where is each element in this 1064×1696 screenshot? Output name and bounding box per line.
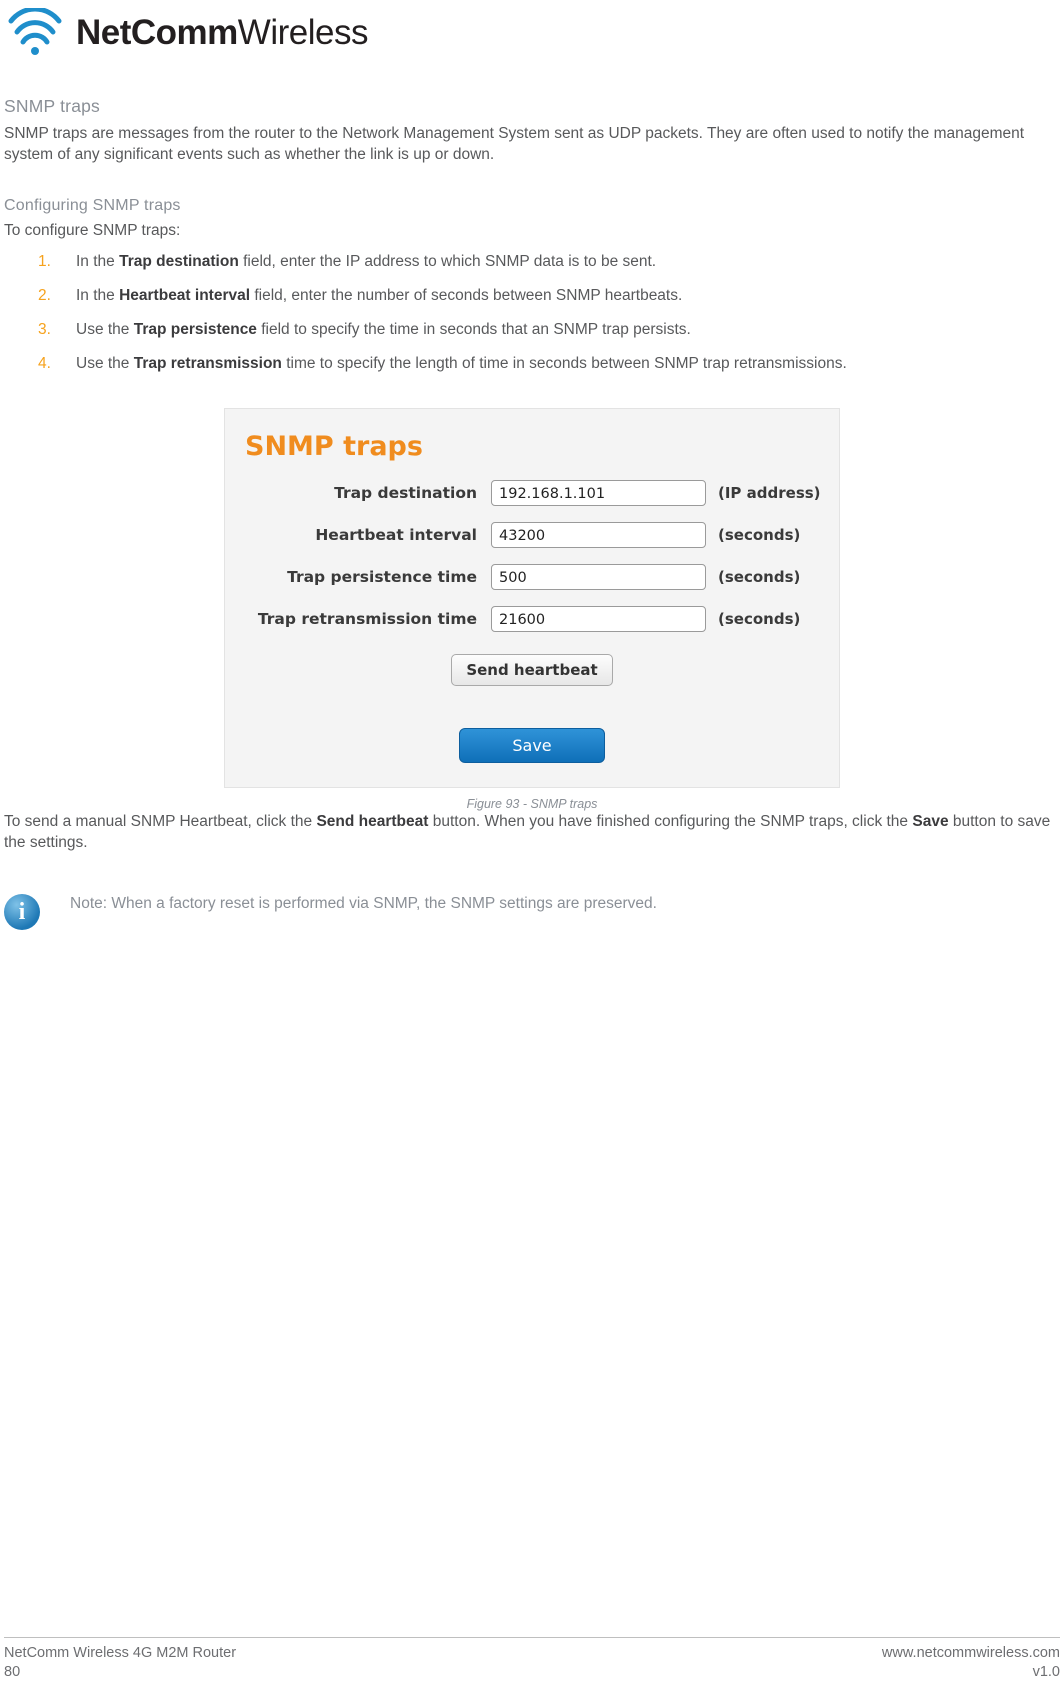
intro-paragraph: SNMP traps are messages from the router … [4,125,1025,163]
step-text-post: field, enter the number of seconds betwe… [250,287,683,304]
section-title: SNMP traps [4,96,101,116]
closing-bold-2: Save [912,813,949,830]
save-button[interactable]: Save [459,728,605,763]
send-heartbeat-row: Send heartbeat [225,654,839,686]
step-text-post: field, enter the IP address to which SNM… [238,253,657,270]
wifi-arc-icon [8,6,62,56]
lead-in-text: To configure SNMP traps: [4,222,181,239]
list-item: In the Heartbeat interval field, enter t… [4,285,1060,306]
list-item: In the Trap destination field, enter the… [4,251,1060,272]
trap-persistence-time-input[interactable]: 500 [491,564,706,590]
footer-website[interactable]: www.netcommwireless.com [882,1644,1060,1663]
step-text-bold: Trap destination [119,253,239,270]
trap-destination-input[interactable]: 192.168.1.101 [491,480,706,506]
brand-logo: NetCommWireless [8,6,1056,56]
trap-retransmission-time-input[interactable]: 21600 [491,606,706,632]
page-content: SNMP traps SNMP traps are messages from … [4,96,1060,930]
closing-bold-1: Send heartbeat [316,813,429,830]
closing-text-1: To send a manual SNMP Heartbeat, click t… [4,813,317,830]
trap-persistence-time-label: Trap persistence time [287,568,477,586]
trap-persistence-time-suffix: (seconds) [718,568,801,586]
footer-line-bottom: 80 v1.0 [4,1663,1060,1682]
trap-destination-label: Trap destination [334,484,477,502]
note-text: Note: When a factory reset is performed … [70,895,657,912]
send-heartbeat-button[interactable]: Send heartbeat [451,654,613,686]
step-text-pre: Use the [76,321,134,338]
step-text-bold: Heartbeat interval [119,287,251,304]
step-text-post: field to specify the time in seconds tha… [256,321,691,338]
list-item: Use the Trap retransmission time to spec… [4,353,1060,374]
page-header: NetCommWireless [8,6,1056,66]
step-text-pre: In the [76,287,120,304]
brand-name-light: Wireless [237,12,369,52]
footer-product-name: NetComm Wireless 4G M2M Router [4,1645,237,1661]
step-text-bold: Trap retransmission [133,355,282,372]
trap-retransmission-time-label: Trap retransmission time [257,610,477,628]
footer-line-top: NetComm Wireless 4G M2M Router www.netco… [4,1644,1060,1663]
panel-title: SNMP traps [245,431,423,462]
brand-name-bold: NetComm [76,12,238,52]
step-text-bold: Trap persistence [133,321,257,338]
form-row-trap-persistence-time: Trap persistence time 500 (seconds) [225,564,839,590]
form-row-heartbeat-interval: Heartbeat interval 43200 (seconds) [225,522,839,548]
footer-version: v1.0 [1032,1664,1060,1680]
list-item: Use the Trap persistence field to specif… [4,319,1060,340]
form-row-trap-destination: Trap destination 192.168.1.101 (IP addre… [225,480,839,506]
brand-wordmark: NetCommWireless [76,15,368,50]
heartbeat-interval-input[interactable]: 43200 [491,522,706,548]
closing-text-2: button. When you have finished configuri… [428,813,913,830]
step-text-post: time to specify the length of time in se… [281,355,847,372]
step-text-pre: In the [76,253,120,270]
document-page: NetCommWireless SNMP traps SNMP traps ar… [0,0,1064,1696]
note-box: i Note: When a factory reset is performe… [4,893,1060,930]
step-text-pre: Use the [76,355,134,372]
figure-caption: Figure 93 - SNMP traps [466,797,598,811]
subsection-title: Configuring SNMP traps [4,197,181,214]
save-row: Save [225,708,839,763]
page-footer: NetComm Wireless 4G M2M Router www.netco… [4,1637,1060,1682]
figure-snmp-traps: SNMP traps Trap destination 192.168.1.10… [4,408,1060,811]
heartbeat-interval-label: Heartbeat interval [315,526,477,544]
form-row-trap-retransmission-time: Trap retransmission time 21600 (seconds) [225,606,839,632]
heartbeat-interval-suffix: (seconds) [718,526,801,544]
info-icon: i [4,894,40,930]
trap-destination-suffix: (IP address) [718,484,821,502]
snmp-traps-panel: SNMP traps Trap destination 192.168.1.10… [224,408,840,788]
trap-retransmission-time-suffix: (seconds) [718,610,801,628]
step-list: In the Trap destination field, enter the… [4,251,1060,374]
footer-page-number: 80 [4,1664,21,1680]
closing-paragraph: To send a manual SNMP Heartbeat, click t… [4,811,1060,853]
